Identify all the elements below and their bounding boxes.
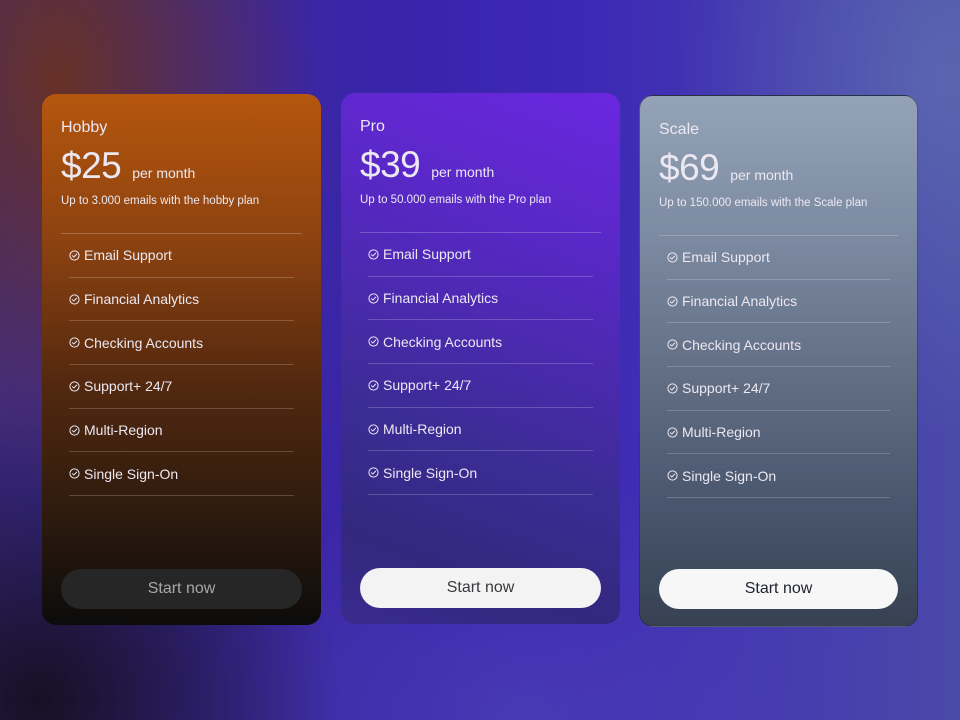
feature-item: Multi-Region	[69, 409, 294, 453]
check-circle-icon	[667, 339, 678, 350]
price-row: $69 per month	[659, 147, 793, 189]
feature-label: Financial Analytics	[682, 293, 798, 310]
check-circle-icon	[368, 424, 379, 435]
feature-item: Support+ 24/7	[368, 364, 593, 408]
feature-list: Email Support Financial Analytics Checking…	[69, 234, 294, 497]
start-now-button-scale[interactable]: Start now	[659, 569, 898, 609]
feature-item: Checking Accounts	[667, 323, 890, 368]
feature-label: Single Sign-On	[383, 464, 478, 481]
check-circle-icon	[667, 383, 678, 394]
feature-item: Email Support	[667, 236, 890, 280]
feature-item: Support+ 24/7	[69, 365, 294, 409]
feature-item: Single Sign-On	[69, 452, 294, 497]
feature-item: Single Sign-On	[368, 451, 593, 496]
feature-item: Email Support	[69, 234, 294, 278]
check-circle-icon	[368, 380, 379, 391]
feature-label: Multi-Region	[84, 422, 163, 439]
feature-label: Checking Accounts	[682, 336, 802, 353]
plan-price: $69	[659, 147, 720, 188]
feature-label: Checking Accounts	[383, 333, 503, 350]
check-circle-icon	[667, 470, 678, 481]
feature-label: Single Sign-On	[682, 467, 777, 484]
feature-item: Multi-Region	[368, 408, 593, 452]
check-circle-icon	[69, 293, 80, 305]
pricing-card-pro: Pro $39 per month Up to 50.000 emails wi…	[341, 93, 620, 624]
feature-label: Financial Analytics	[84, 291, 200, 308]
plan-period: per month	[730, 167, 794, 183]
check-circle-icon	[368, 249, 379, 260]
feature-label: Checking Accounts	[84, 334, 204, 351]
feature-label: Financial Analytics	[383, 290, 499, 307]
feature-list: Email Support Financial Analytics Checking…	[368, 233, 593, 496]
check-circle-icon	[69, 381, 80, 392]
check-circle-icon	[368, 292, 379, 304]
plan-description: Up to 3.000 emails with the hobby plan	[61, 195, 260, 207]
plan-price: $39	[360, 144, 421, 185]
check-circle-icon	[368, 467, 379, 478]
feature-label: Multi-Region	[383, 421, 462, 438]
feature-label: Support+ 24/7	[383, 377, 472, 394]
feature-item: Email Support	[368, 233, 593, 277]
plan-name: Hobby	[61, 119, 108, 136]
feature-list: Email Support Financial Analytics Checking…	[667, 236, 890, 499]
plan-name: Scale	[659, 121, 700, 138]
feature-item: Support+ 24/7	[667, 367, 890, 411]
feature-item: Financial Analytics	[368, 277, 593, 321]
check-circle-icon	[69, 250, 80, 261]
start-now-button-pro[interactable]: Start now	[360, 568, 601, 608]
feature-label: Multi-Region	[682, 424, 761, 441]
check-circle-icon	[667, 252, 678, 263]
check-circle-icon	[667, 427, 678, 438]
feature-label: Email Support	[383, 246, 471, 263]
feature-item: Multi-Region	[667, 411, 890, 455]
check-circle-icon	[368, 336, 379, 347]
plan-name: Pro	[360, 118, 385, 135]
feature-label: Support+ 24/7	[84, 378, 173, 395]
check-circle-icon	[69, 337, 80, 348]
feature-label: Single Sign-On	[84, 465, 179, 482]
feature-item: Financial Analytics	[667, 280, 890, 324]
check-circle-icon	[69, 425, 80, 436]
feature-item: Checking Accounts	[69, 321, 294, 366]
pricing-card-scale: Scale $69 per month Up to 150.000 emails…	[639, 95, 918, 627]
plan-description: Up to 50.000 emails with the Pro plan	[360, 194, 552, 206]
check-circle-icon	[667, 295, 678, 307]
plan-price: $25	[61, 145, 122, 186]
plan-description: Up to 150.000 emails with the Scale plan	[659, 197, 868, 209]
check-circle-icon	[69, 468, 80, 479]
start-now-button-hobby[interactable]: Start now	[61, 569, 302, 609]
feature-item: Single Sign-On	[667, 454, 890, 499]
feature-label: Support+ 24/7	[682, 380, 771, 397]
feature-label: Email Support	[84, 247, 172, 264]
feature-label: Email Support	[682, 249, 770, 266]
price-row: $25 per month	[61, 145, 195, 187]
pricing-card-hobby: Hobby $25 per month Up to 3.000 emails w…	[42, 94, 321, 625]
feature-item: Financial Analytics	[69, 278, 294, 322]
price-row: $39 per month	[360, 144, 494, 186]
feature-item: Checking Accounts	[368, 320, 593, 365]
plan-period: per month	[132, 165, 196, 181]
plan-period: per month	[431, 164, 495, 180]
